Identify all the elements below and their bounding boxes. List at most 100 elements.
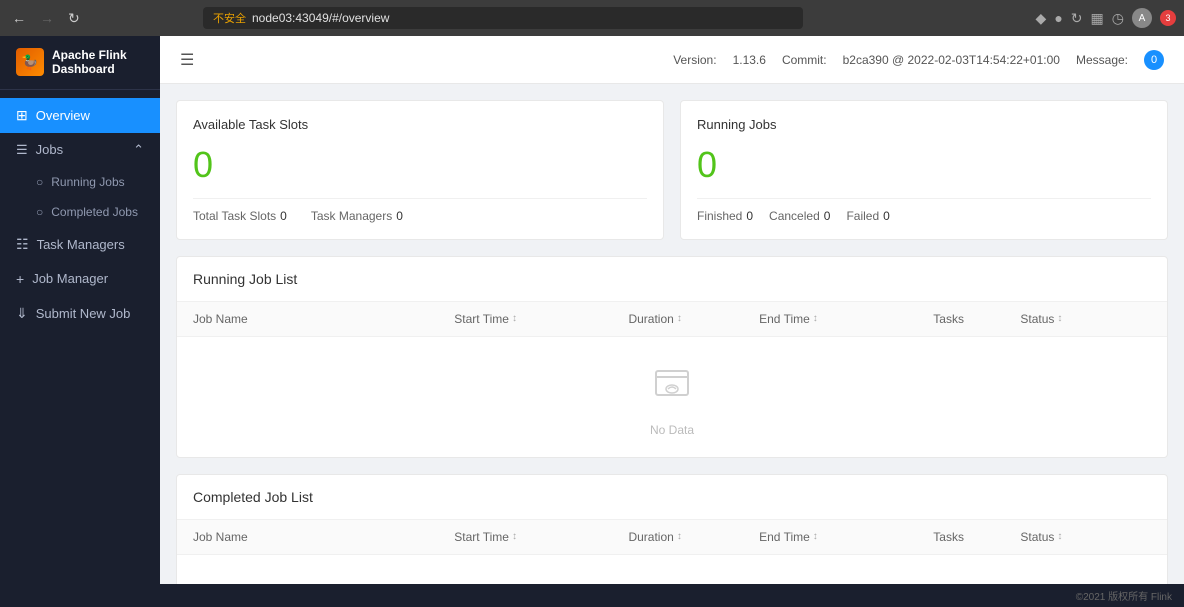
running-col-duration[interactable]: Duration ↕ (628, 312, 759, 326)
running-no-data-text: No Data (650, 423, 694, 437)
task-managers-stat: Task Managers 0 (311, 209, 403, 223)
address-text: node03:43049/#/overview (252, 11, 389, 25)
status-sort-icon: ↕ (1057, 315, 1062, 323)
sidebar-item-running-jobs-label: Running Jobs (51, 175, 124, 189)
completed-col-tasks: Tasks (933, 530, 1020, 544)
apps-icon[interactable]: ▦ (1091, 10, 1104, 27)
running-job-list-title: Running Job List (177, 257, 1167, 302)
app: 🦆 Apache Flink Dashboard ⊞ Overview ☰ Jo… (0, 36, 1184, 607)
refresh-button[interactable]: ↻ (64, 8, 84, 29)
canceled-label: Canceled (769, 209, 820, 223)
running-col-tasks: Tasks (933, 312, 1020, 326)
completed-job-list-title: Completed Job List (177, 475, 1167, 520)
completed-col-duration[interactable]: Duration ↕ (628, 530, 759, 544)
completed-status-sort-icon: ↕ (1057, 533, 1062, 541)
completed-job-list-body: No Data (177, 555, 1167, 584)
hamburger-icon[interactable]: ☰ (180, 50, 194, 70)
sidebar-item-jobs[interactable]: ☰ Jobs ⌃ (0, 133, 160, 167)
completed-col-end-time[interactable]: End Time ↕ (759, 530, 933, 544)
content: Available Task Slots 0 Total Task Slots … (160, 84, 1184, 584)
canceled-stat: Canceled 0 (769, 209, 830, 223)
forward-button[interactable]: → (36, 8, 58, 28)
logo-text: Apache Flink Dashboard (52, 48, 144, 77)
sidebar-item-overview-label: Overview (36, 108, 90, 123)
completed-job-list-section: Completed Job List Job Name Start Time ↕… (176, 474, 1168, 584)
running-col-job-name: Job Name (193, 312, 454, 326)
sidebar-item-completed-jobs-label: Completed Jobs (51, 205, 138, 219)
sidebar-item-task-managers-label: Task Managers (37, 237, 125, 252)
footer-text: ©2021 版权所有 Flink (1076, 592, 1172, 603)
running-jobs-bullet-icon: ○ (36, 175, 43, 189)
completed-end-time-sort-icon: ↕ (813, 533, 818, 541)
running-job-list-body: No Data (177, 337, 1167, 457)
user-icon[interactable]: ● (1054, 10, 1062, 26)
completed-no-data-icon (648, 575, 696, 584)
completed-job-list-header: Job Name Start Time ↕ Duration ↕ End Tim… (177, 520, 1167, 555)
sidebar-item-completed-jobs[interactable]: ○ Completed Jobs (0, 197, 160, 227)
commit-label: Commit: (782, 53, 827, 67)
topbar-left: ☰ (180, 50, 194, 70)
completed-duration-sort-icon: ↕ (677, 533, 682, 541)
browser-toolbar: ◆ ● ↻ ▦ ◷ A 3 (1036, 8, 1176, 28)
sidebar-logo: 🦆 Apache Flink Dashboard (0, 36, 160, 90)
history-icon[interactable]: ◷ (1112, 10, 1124, 27)
running-jobs-title: Running Jobs (697, 117, 1151, 132)
available-task-slots-title: Available Task Slots (193, 117, 647, 132)
running-jobs-card: Running Jobs 0 Finished 0 Canceled 0 Fai… (680, 100, 1168, 240)
available-task-slots-stats: Total Task Slots 0 Task Managers 0 (193, 198, 647, 223)
running-jobs-stats: Finished 0 Canceled 0 Failed 0 (697, 198, 1151, 223)
profile-avatar[interactable]: A (1132, 8, 1152, 28)
overview-icon: ⊞ (16, 107, 28, 124)
running-job-list-section: Running Job List Job Name Start Time ↕ D… (176, 256, 1168, 458)
topbar: ☰ Version: 1.13.6 Commit: b2ca390 @ 2022… (160, 36, 1184, 84)
job-manager-icon: + (16, 271, 24, 287)
commit-value: b2ca390 @ 2022-02-03T14:54:22+01:00 (843, 53, 1060, 67)
failed-value: 0 (883, 209, 890, 223)
total-task-slots-stat: Total Task Slots 0 (193, 209, 287, 223)
completed-col-status[interactable]: Status ↕ (1020, 530, 1151, 544)
security-warning: 不安全 (213, 10, 246, 26)
version-label: Version: (673, 53, 716, 67)
failed-stat: Failed 0 (846, 209, 889, 223)
running-col-start-time[interactable]: Start Time ↕ (454, 312, 628, 326)
jobs-chevron-icon: ⌃ (133, 142, 144, 158)
running-col-status[interactable]: Status ↕ (1020, 312, 1151, 326)
running-col-end-time[interactable]: End Time ↕ (759, 312, 933, 326)
running-no-data-icon (648, 357, 696, 415)
topbar-right: Version: 1.13.6 Commit: b2ca390 @ 2022-0… (673, 50, 1164, 70)
sidebar-item-running-jobs[interactable]: ○ Running Jobs (0, 167, 160, 197)
logo-icon: 🦆 (16, 48, 44, 76)
task-managers-icon: ☷ (16, 236, 29, 253)
completed-col-job-name: Job Name (193, 530, 454, 544)
message-badge: 0 (1144, 50, 1164, 70)
canceled-value: 0 (824, 209, 831, 223)
sidebar-item-job-manager-label: Job Manager (32, 271, 108, 286)
finished-stat: Finished 0 (697, 209, 753, 223)
sidebar-item-submit-new-job[interactable]: ⇓ Submit New Job (0, 296, 160, 331)
start-time-sort-icon: ↕ (512, 315, 517, 323)
end-time-sort-icon: ↕ (813, 315, 818, 323)
jobs-icon: ☰ (16, 142, 28, 158)
finished-label: Finished (697, 209, 742, 223)
sidebar-nav: ⊞ Overview ☰ Jobs ⌃ ○ Running Jobs ○ Com… (0, 90, 160, 607)
back-button[interactable]: ← (8, 8, 30, 28)
sidebar: 🦆 Apache Flink Dashboard ⊞ Overview ☰ Jo… (0, 36, 160, 607)
reload-icon[interactable]: ↻ (1071, 10, 1083, 27)
sidebar-item-jobs-label: Jobs (36, 142, 63, 157)
completed-jobs-bullet-icon: ○ (36, 205, 43, 219)
cards-row: Available Task Slots 0 Total Task Slots … (176, 100, 1168, 240)
running-job-list-header: Job Name Start Time ↕ Duration ↕ End Tim… (177, 302, 1167, 337)
extensions-icon[interactable]: ◆ (1036, 10, 1047, 27)
sidebar-item-overview[interactable]: ⊞ Overview (0, 98, 160, 133)
sidebar-item-task-managers[interactable]: ☷ Task Managers (0, 227, 160, 262)
available-task-slots-count: 0 (193, 144, 647, 186)
task-managers-value: 0 (396, 209, 403, 223)
sidebar-item-job-manager[interactable]: + Job Manager (0, 262, 160, 296)
task-managers-label: Task Managers (311, 209, 392, 223)
notification-badge: 3 (1160, 10, 1176, 26)
completed-col-start-time[interactable]: Start Time ↕ (454, 530, 628, 544)
message-label: Message: (1076, 53, 1128, 67)
version-value: 1.13.6 (733, 53, 766, 67)
jobs-group-left: ☰ Jobs (16, 142, 63, 158)
address-bar[interactable]: 不安全 node03:43049/#/overview (203, 7, 803, 29)
